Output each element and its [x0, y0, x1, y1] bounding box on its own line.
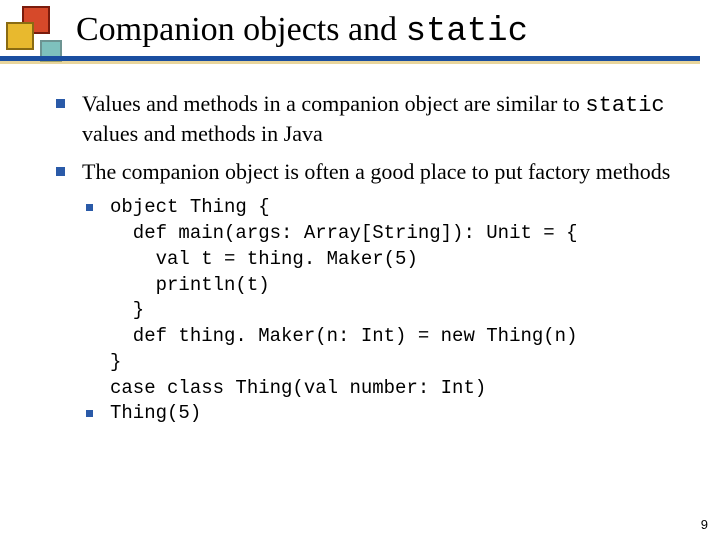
bullet-code-word: static	[585, 93, 664, 118]
code-line: }	[82, 299, 690, 323]
bullet-text: Values and methods in a companion object…	[82, 91, 585, 116]
code-line: object Thing {	[82, 196, 690, 220]
title-area: Companion objects and static	[0, 8, 720, 68]
bullet-text: values and methods in Java	[82, 121, 323, 146]
bullet-item: Values and methods in a companion object…	[50, 90, 690, 148]
code-line: }	[82, 351, 690, 375]
code-block: object Thing { def main(args: Array[Stri…	[82, 196, 690, 426]
slide-body: Values and methods in a companion object…	[50, 90, 690, 436]
code-line: val t = thing. Maker(5)	[82, 248, 690, 272]
code-line: case class Thing(val number: Int)	[82, 377, 690, 401]
title-underline	[0, 56, 700, 61]
code-result: Thing(5)	[82, 402, 690, 426]
slide: Companion objects and static Values and …	[0, 0, 720, 540]
bullet-list: Values and methods in a companion object…	[50, 90, 690, 426]
code-line: def main(args: Array[String]): Unit = {	[82, 222, 690, 246]
code-line: def thing. Maker(n: Int) = new Thing(n)	[82, 325, 690, 349]
page-number: 9	[701, 517, 708, 532]
title-text: Companion objects and	[76, 11, 406, 48]
code-line: println(t)	[82, 274, 690, 298]
title-code-word: static	[406, 13, 528, 51]
slide-title: Companion objects and static	[76, 12, 528, 51]
bullet-text: The companion object is often a good pla…	[82, 159, 670, 184]
bullet-item: The companion object is often a good pla…	[50, 158, 690, 426]
